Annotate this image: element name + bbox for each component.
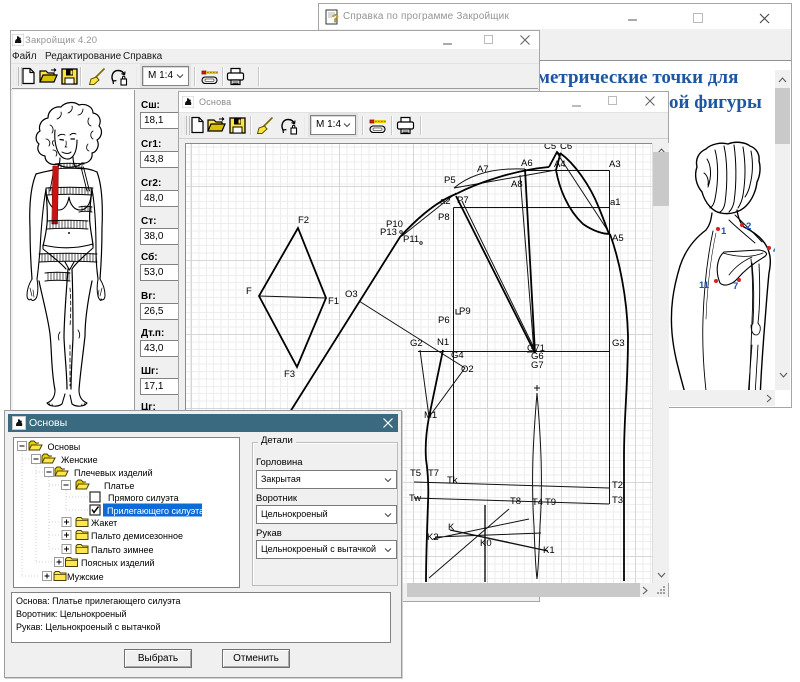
svg-text:2: 2 — [746, 221, 751, 232]
svg-text:K0: K0 — [480, 538, 492, 549]
svg-text:T3: T3 — [612, 495, 623, 506]
svg-text:O3: O3 — [345, 289, 358, 300]
svg-text:K1: K1 — [543, 545, 555, 556]
svg-text:Плечевых изделий: Плечевых изделий — [74, 468, 153, 478]
svg-text:P6: P6 — [438, 315, 450, 326]
svg-text:P9: P9 — [459, 306, 471, 317]
svg-text:G7: G7 — [531, 360, 544, 371]
svg-text:P7: P7 — [457, 195, 469, 206]
svg-text:T7: T7 — [428, 468, 439, 479]
svg-text:P13: P13 — [380, 227, 397, 238]
svg-text:F2: F2 — [298, 215, 309, 226]
svg-text:Женские: Женские — [61, 455, 98, 465]
svg-text:Прямого силуэта: Прямого силуэта — [108, 493, 179, 503]
svg-text:Платье: Платье — [104, 481, 134, 491]
svg-text:M1: M1 — [424, 410, 437, 421]
svg-text:A5: A5 — [612, 233, 624, 244]
svg-text:1: 1 — [721, 226, 727, 237]
svg-text:Жакет: Жакет — [91, 518, 117, 528]
svg-text:T8: T8 — [510, 496, 521, 507]
svg-text:P5: P5 — [444, 175, 456, 186]
svg-text:T4: T4 — [532, 497, 543, 508]
svg-text:K2: K2 — [427, 532, 439, 543]
svg-text:P11: P11 — [403, 234, 419, 245]
svg-text:A8: A8 — [511, 179, 523, 190]
svg-text:N1: N1 — [437, 337, 449, 348]
svg-text:Поясных изделий: Поясных изделий — [81, 558, 155, 568]
svg-text:K: K — [448, 522, 455, 533]
svg-text:G4: G4 — [451, 350, 464, 361]
svg-text:7: 7 — [733, 281, 738, 292]
svg-text:Прилегающего силуэта: Прилегающего силуэта — [107, 506, 204, 516]
svg-text:a2: a2 — [440, 196, 451, 207]
svg-text:F: F — [246, 286, 252, 297]
svg-text:Пальто демисезонное: Пальто демисезонное — [91, 531, 183, 541]
svg-text:A6: A6 — [521, 158, 533, 169]
svg-text:Мужские: Мужские — [67, 572, 104, 582]
svg-text:11: 11 — [699, 280, 710, 291]
svg-text:?: ? — [332, 13, 339, 25]
svg-text:A3: A3 — [609, 159, 621, 170]
svg-text:P8: P8 — [438, 212, 450, 223]
svg-text:T2: T2 — [612, 480, 623, 491]
svg-text:G2: G2 — [410, 338, 423, 349]
svg-text:Основы: Основы — [48, 442, 81, 452]
svg-text:F3: F3 — [284, 369, 295, 380]
svg-text:G3: G3 — [612, 338, 625, 349]
svg-text:A4: A4 — [554, 159, 566, 170]
svg-text:T5: T5 — [410, 468, 421, 479]
svg-text:Tw: Tw — [409, 493, 421, 504]
svg-text:C6: C6 — [560, 144, 572, 152]
svg-text:T9: T9 — [545, 497, 556, 508]
svg-text:C5: C5 — [544, 144, 556, 152]
svg-text:a1: a1 — [610, 197, 621, 208]
svg-text:F1: F1 — [328, 296, 339, 307]
svg-text:Tk: Tk — [447, 475, 458, 486]
svg-text:O2: O2 — [461, 364, 474, 375]
svg-text:Пальто зимнее: Пальто зимнее — [91, 545, 154, 555]
svg-text:A7: A7 — [477, 164, 489, 175]
